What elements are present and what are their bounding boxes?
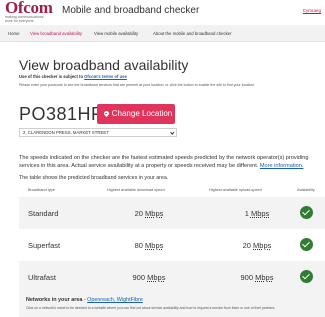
logo-tagline: making communications work for everyone — [5, 15, 44, 23]
nav-about[interactable]: About the mobile and broadband checker — [153, 31, 232, 36]
row-type: Superfast — [28, 241, 61, 250]
header-upload-speed: Highest available upload speed — [209, 188, 262, 192]
download-value: 80 — [134, 241, 143, 250]
row-upload: 900 Mbps — [227, 273, 287, 282]
download-value: 20 — [134, 209, 143, 218]
table-header: Broadband type Highest available downloa… — [19, 186, 325, 196]
download-value: 900 — [132, 273, 146, 282]
terms-notice: Use of this checker is subject to Ofcom'… — [19, 74, 127, 79]
nav-home[interactable]: Home — [8, 31, 19, 36]
row-type: Ultrafast — [28, 273, 56, 282]
row-upload: 1 Mbps — [227, 209, 287, 218]
row-download: 20 Mbps — [119, 209, 179, 218]
table-row: Superfast 80 Mbps 20 Mbps — [19, 229, 325, 261]
postcode-display: PO381HF — [19, 104, 103, 124]
download-unit[interactable]: Mbps — [145, 209, 163, 218]
terms-link[interactable]: Ofcom's terms of use — [84, 74, 127, 79]
main-nav: Home View broadband availability View mo… — [0, 25, 325, 42]
row-upload: 20 Mbps — [227, 241, 287, 250]
language-link[interactable]: Cymraeg — [303, 8, 321, 13]
upload-unit[interactable]: Mbps — [255, 273, 273, 282]
chevron-down-icon — [169, 130, 174, 135]
upload-value: 900 — [240, 273, 254, 282]
networks-title: Networks in your area - Openreach, Wight… — [26, 297, 143, 303]
nav-mobile[interactable]: View mobile availability — [94, 31, 138, 36]
download-unit[interactable]: Mbps — [147, 273, 165, 282]
ofcom-logo[interactable]: Ofcom making communications work for eve… — [5, 0, 57, 23]
networks-note: Click on a network's name to be directed… — [26, 306, 276, 310]
top-bar: Ofcom making communications work for eve… — [0, 0, 325, 25]
network-links[interactable]: Openreach, WightFibre — [87, 297, 143, 303]
upload-value: 20 — [242, 241, 251, 250]
table-row: Ultrafast 900 Mbps 900 Mbps — [19, 261, 325, 293]
networks-label: Networks in your area — [26, 297, 83, 303]
upload-unit[interactable]: Mbps — [251, 209, 269, 218]
row-download: 80 Mbps — [119, 241, 179, 250]
address-select[interactable]: 2, CLARENDON PRESS, MARKET STREET — [19, 128, 177, 137]
check-circle-icon — [300, 270, 313, 283]
upload-unit[interactable]: Mbps — [253, 241, 271, 250]
header-availability: Availability — [297, 188, 315, 192]
networks-panel: Networks in your area - Openreach, Wight… — [19, 293, 325, 317]
row-type: Standard — [28, 209, 59, 218]
map-pin-icon — [104, 111, 109, 117]
header-broadband-type: Broadband type — [28, 188, 55, 192]
upload-value: 1 — [244, 209, 249, 218]
download-unit[interactable]: Mbps — [145, 241, 163, 250]
app-title: Mobile and broadband checker — [62, 5, 200, 16]
row-download: 900 Mbps — [119, 273, 179, 282]
header-download-speed: Highest available download speed — [107, 188, 165, 192]
address-selected-value: 2, CLARENDON PRESS, MARKET STREET — [23, 130, 109, 135]
table-row: Standard 20 Mbps 1 Mbps — [19, 197, 325, 229]
check-circle-icon — [300, 206, 313, 219]
nav-broadband[interactable]: View broadband availability — [30, 31, 82, 36]
check-circle-icon — [300, 238, 313, 251]
more-information-link[interactable]: More information. — [260, 163, 304, 169]
terms-prefix: Use of this checker is subject to — [19, 74, 83, 79]
change-location-button[interactable]: Change Location — [97, 104, 175, 124]
speeds-info-paragraph: The speeds indicated on the checker are … — [19, 154, 325, 170]
change-location-label: Change Location — [111, 109, 173, 118]
table-intro: The table shows the predicted broadband … — [19, 175, 169, 181]
page-title: View broadband availability — [19, 57, 189, 73]
instructions: Please enter your postcode to see the br… — [19, 83, 255, 87]
